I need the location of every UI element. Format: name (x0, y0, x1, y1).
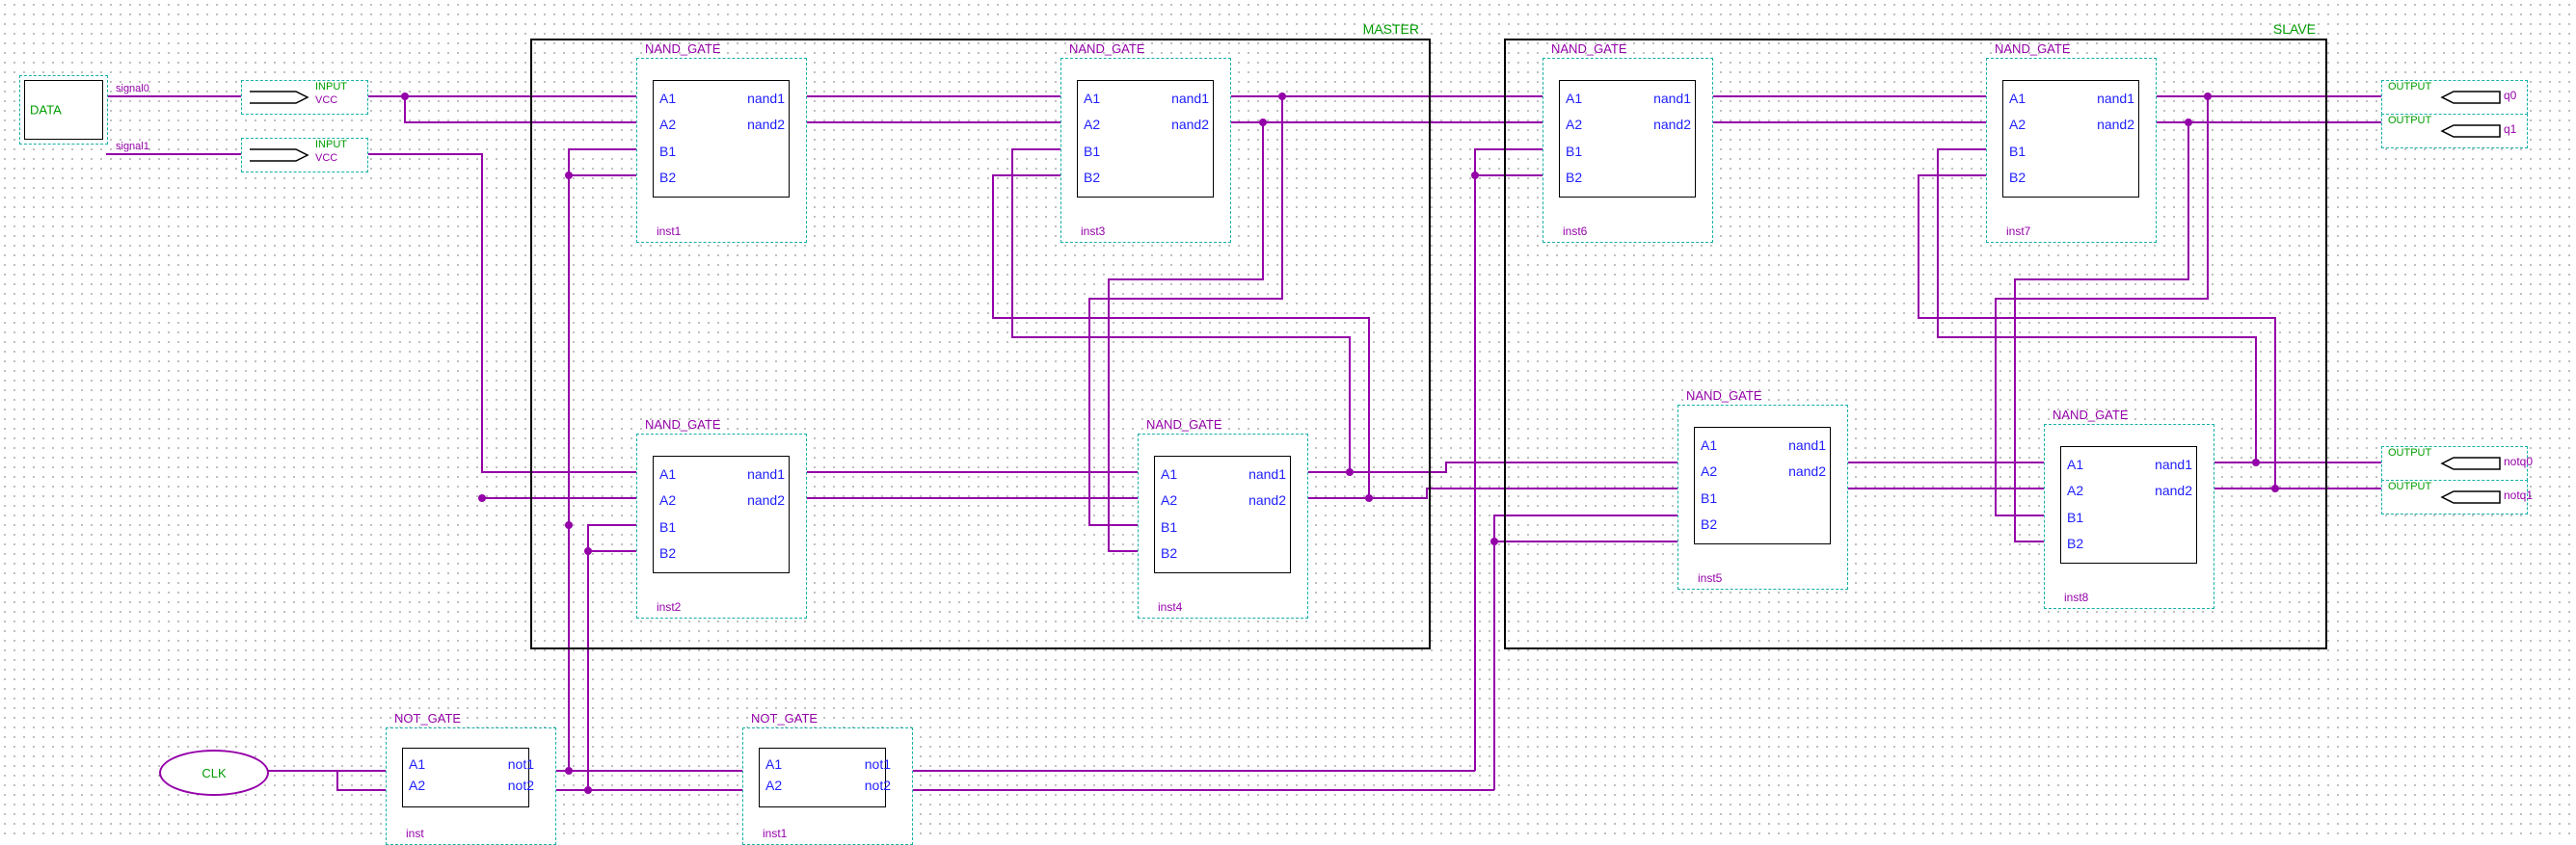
instance-label: inst5 (1698, 571, 1722, 585)
output-pin-notq1: OUTPUT notq1 (2381, 480, 2528, 515)
instance-label: inst8 (2064, 591, 2088, 604)
output-name: notq0 (2504, 455, 2533, 468)
not-gate-inst1: NOT_GATE A1 not1 A2 not2 inst1 (742, 727, 913, 845)
signal1-label: signal1 (116, 141, 149, 152)
input-label: INPUT (315, 139, 347, 150)
gate-title: NAND_GATE (1069, 41, 1145, 56)
nand-gate-inst8: NAND_GATE A1nand1 A2nand2 B1 B2 inst8 (2044, 424, 2214, 609)
input-pin-signal1: INPUT VCC (241, 138, 368, 172)
instance-label: inst6 (1563, 224, 1587, 238)
nand-gate-inst3: NAND_GATE A1nand1 A2nand2 B1 B2 inst3 (1060, 58, 1231, 243)
schematic-canvas: DATA signal0 signal1 INPUT VCC INPUT VCC… (0, 0, 2576, 838)
gate-title: NAND_GATE (1995, 41, 2071, 56)
slave-label: SLAVE (2273, 21, 2316, 37)
input-label: INPUT (315, 81, 347, 92)
nand-gate-inst1: NAND_GATE A1nand1 A2nand2 B1 B2 inst1 (636, 58, 807, 243)
output-name: q0 (2504, 89, 2516, 102)
gate-title: NOT_GATE (751, 711, 818, 726)
output-name: q1 (2504, 122, 2516, 136)
output-label: OUTPUT (2388, 81, 2431, 92)
output-label: OUTPUT (2388, 115, 2431, 126)
output-name: notq1 (2504, 489, 2533, 502)
instance-label: inst1 (657, 224, 681, 238)
clk-label: CLK (201, 766, 226, 780)
master-label: MASTER (1363, 21, 1419, 37)
gate-title: NOT_GATE (394, 711, 461, 726)
data-label: DATA (30, 103, 62, 118)
nand-gate-inst2: NAND_GATE A1nand1 A2nand2 B1 B2 inst2 (636, 434, 807, 619)
output-pin-q0: OUTPUT q0 (2381, 80, 2528, 115)
output-pin-notq0: OUTPUT notq0 (2381, 446, 2528, 481)
vcc-label: VCC (315, 152, 337, 164)
gate-title: NAND_GATE (1686, 388, 1762, 403)
clk-source: CLK (159, 750, 269, 796)
nand-gate-inst7: NAND_GATE A1nand1 A2nand2 B1 B2 inst7 (1986, 58, 2157, 243)
nand-gate-inst4: NAND_GATE A1nand1 A2nand2 B1 B2 inst4 (1138, 434, 1308, 619)
gate-title: NAND_GATE (645, 41, 721, 56)
signal0-label: signal0 (116, 83, 149, 94)
gate-title: NAND_GATE (645, 417, 721, 432)
input-pin-signal0: INPUT VCC (241, 80, 368, 115)
gate-title: NAND_GATE (1146, 417, 1222, 432)
vcc-label: VCC (315, 94, 337, 106)
nand-gate-inst6: NAND_GATE A1nand1 A2nand2 B1 B2 inst6 (1543, 58, 1713, 243)
output-label: OUTPUT (2388, 481, 2431, 492)
instance-label: inst3 (1081, 224, 1105, 238)
not-gate-inst: NOT_GATE A1 not1 A2 not2 inst (386, 727, 556, 845)
instance-label: inst7 (2006, 224, 2030, 238)
data-source-block: DATA (19, 75, 108, 145)
output-pin-q1: OUTPUT q1 (2381, 114, 2528, 148)
instance-label: inst4 (1158, 600, 1182, 614)
instance-label: inst2 (657, 600, 681, 614)
gate-title: NAND_GATE (2053, 408, 2129, 422)
gate-title: NAND_GATE (1551, 41, 1627, 56)
output-label: OUTPUT (2388, 447, 2431, 459)
nand-gate-inst5: NAND_GATE A1nand1 A2nand2 B1 B2 inst5 (1677, 405, 1848, 590)
